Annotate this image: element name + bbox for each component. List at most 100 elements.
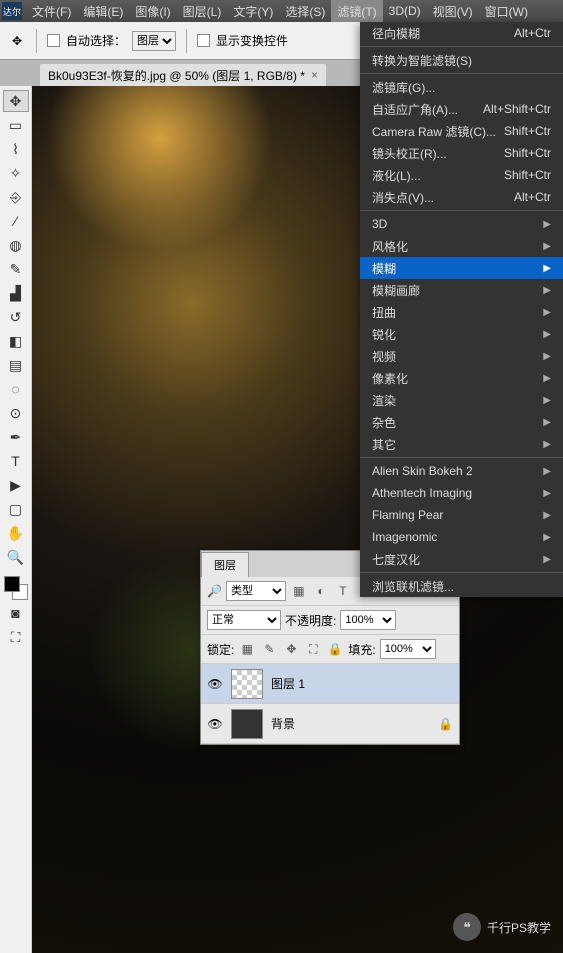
wechat-icon: ❝ bbox=[453, 913, 481, 941]
lock-pixels-icon[interactable]: ▦ bbox=[238, 641, 256, 657]
blend-mode-select[interactable]: 正常 bbox=[207, 610, 281, 630]
eyedropper-tool[interactable]: ⁄ bbox=[3, 210, 29, 232]
magic-wand-tool[interactable]: ✧ bbox=[3, 162, 29, 184]
visibility-icon[interactable]: 👁 bbox=[207, 717, 223, 731]
menu-lens-correction[interactable]: 镜头校正(R)...Shift+Ctr bbox=[360, 142, 563, 164]
menu-liquify[interactable]: 液化(L)...Shift+Ctr bbox=[360, 164, 563, 186]
blur-tool[interactable]: ◌ bbox=[3, 378, 29, 400]
foreground-color[interactable] bbox=[4, 576, 20, 592]
menu-filter-gallery[interactable]: 滤镜库(G)... bbox=[360, 76, 563, 98]
visibility-icon[interactable]: 👁 bbox=[207, 677, 223, 691]
menu-last-filter[interactable]: 径向模糊Alt+Ctr bbox=[360, 22, 563, 44]
document-tab[interactable]: Bk0u93E3f-恢复的.jpg @ 50% (图层 1, RGB/8) * … bbox=[40, 64, 326, 86]
gradient-tool[interactable]: ▤ bbox=[3, 354, 29, 376]
menu-blur[interactable]: 模糊▶ bbox=[360, 257, 563, 279]
menu-browse-online[interactable]: 浏览联机滤镜... bbox=[360, 575, 563, 597]
lock-brush-icon[interactable]: ✎ bbox=[260, 641, 278, 657]
filter-pixel-icon[interactable]: ▦ bbox=[290, 583, 308, 599]
menu-other[interactable]: 其它▶ bbox=[360, 433, 563, 455]
menu-athentech[interactable]: Athentech Imaging▶ bbox=[360, 482, 563, 504]
search-icon: 🔎 bbox=[207, 584, 222, 598]
menu-video[interactable]: 视频▶ bbox=[360, 345, 563, 367]
clone-stamp-tool[interactable]: ▟ bbox=[3, 282, 29, 304]
app-logo: 达尔 bbox=[2, 2, 22, 20]
menu-render[interactable]: 渲染▶ bbox=[360, 389, 563, 411]
menu-vanishing-point[interactable]: 消失点(V)...Alt+Ctr bbox=[360, 186, 563, 208]
menu-type[interactable]: 文字(Y) bbox=[227, 0, 279, 22]
auto-select-label: 自动选择： bbox=[66, 32, 126, 49]
filter-type-icon[interactable]: T bbox=[334, 583, 352, 599]
menu-window[interactable]: 窗口(W) bbox=[479, 0, 534, 22]
menu-convert-smart[interactable]: 转换为智能滤镜(S) bbox=[360, 49, 563, 71]
menu-flaming-pear[interactable]: Flaming Pear▶ bbox=[360, 504, 563, 526]
layer-name[interactable]: 图层 1 bbox=[271, 675, 305, 692]
lock-all-icon[interactable]: 🔒 bbox=[326, 641, 344, 657]
layer-row[interactable]: 👁 图层 1 bbox=[201, 664, 459, 704]
color-swatch[interactable] bbox=[4, 576, 28, 600]
menu-filter[interactable]: 滤镜(T) bbox=[331, 0, 382, 22]
filter-type-select[interactable]: 类型 bbox=[226, 581, 286, 601]
menu-adaptive-wide[interactable]: 自适应广角(A)...Alt+Shift+Ctr bbox=[360, 98, 563, 120]
auto-select-target[interactable]: 图层 bbox=[132, 31, 176, 51]
filter-adjust-icon[interactable]: ◐ bbox=[312, 583, 330, 599]
close-tab-icon[interactable]: × bbox=[311, 68, 318, 82]
menu-view[interactable]: 视图(V) bbox=[427, 0, 479, 22]
hand-tool[interactable]: ✋ bbox=[3, 522, 29, 544]
pen-tool[interactable]: ✒ bbox=[3, 426, 29, 448]
marquee-tool[interactable]: ▭ bbox=[3, 114, 29, 136]
brush-tool[interactable]: ✎ bbox=[3, 258, 29, 280]
layers-tab[interactable]: 图层 bbox=[201, 552, 249, 577]
lock-label: 锁定: bbox=[207, 641, 234, 658]
menu-qidu[interactable]: 七度汉化▶ bbox=[360, 548, 563, 570]
menu-noise[interactable]: 杂色▶ bbox=[360, 411, 563, 433]
filter-menu-dropdown: 径向模糊Alt+Ctr 转换为智能滤镜(S) 滤镜库(G)... 自适应广角(A… bbox=[360, 22, 563, 597]
auto-select-checkbox[interactable] bbox=[47, 34, 60, 47]
layer-thumbnail[interactable] bbox=[231, 709, 263, 739]
menu-alien-skin[interactable]: Alien Skin Bokeh 2▶ bbox=[360, 460, 563, 482]
fill-input[interactable]: 100% bbox=[380, 639, 436, 659]
menu-edit[interactable]: 编辑(E) bbox=[77, 0, 129, 22]
menu-camera-raw[interactable]: Camera Raw 滤镜(C)...Shift+Ctr bbox=[360, 120, 563, 142]
menu-stylize[interactable]: 风格化▶ bbox=[360, 235, 563, 257]
menu-file[interactable]: 文件(F) bbox=[26, 0, 77, 22]
menu-sharpen[interactable]: 锐化▶ bbox=[360, 323, 563, 345]
move-tool[interactable]: ✥ bbox=[3, 90, 29, 112]
history-brush-tool[interactable]: ↺ bbox=[3, 306, 29, 328]
tools-panel: ✥ ▭ ⌇ ✧ ⎆ ⁄ ◍ ✎ ▟ ↺ ◧ ▤ ◌ ⊙ ✒ T ▶ ▢ ✋ 🔍 … bbox=[0, 86, 32, 953]
path-select-tool[interactable]: ▶ bbox=[3, 474, 29, 496]
lock-position-icon[interactable]: ✥ bbox=[282, 641, 300, 657]
lock-icon: 🔒 bbox=[438, 717, 453, 731]
eraser-tool[interactable]: ◧ bbox=[3, 330, 29, 352]
healing-brush-tool[interactable]: ◍ bbox=[3, 234, 29, 256]
lock-artboard-icon[interactable]: ⛶ bbox=[304, 641, 322, 657]
type-tool[interactable]: T bbox=[3, 450, 29, 472]
dodge-tool[interactable]: ⊙ bbox=[3, 402, 29, 424]
crop-tool[interactable]: ⎆ bbox=[3, 186, 29, 208]
layer-thumbnail[interactable] bbox=[231, 669, 263, 699]
lock-row: 锁定: ▦ ✎ ✥ ⛶ 🔒 填充: 100% bbox=[201, 635, 459, 664]
menu-imagenomic[interactable]: Imagenomic▶ bbox=[360, 526, 563, 548]
zoom-tool[interactable]: 🔍 bbox=[3, 546, 29, 568]
watermark: ❝ 千行PS教学 bbox=[453, 913, 551, 941]
quick-mask-tool[interactable]: ◙ bbox=[3, 602, 29, 624]
menu-pixelate[interactable]: 像素化▶ bbox=[360, 367, 563, 389]
menu-distort[interactable]: 扭曲▶ bbox=[360, 301, 563, 323]
screen-mode-tool[interactable]: ⛶ bbox=[3, 626, 29, 648]
opacity-input[interactable]: 100% bbox=[340, 610, 396, 630]
separator bbox=[186, 29, 187, 53]
fill-label: 填充: bbox=[348, 641, 375, 658]
rectangle-tool[interactable]: ▢ bbox=[3, 498, 29, 520]
show-transform-checkbox[interactable] bbox=[197, 34, 210, 47]
layer-name[interactable]: 背景 bbox=[271, 715, 295, 732]
separator bbox=[36, 29, 37, 53]
menu-select[interactable]: 选择(S) bbox=[279, 0, 331, 22]
lasso-tool[interactable]: ⌇ bbox=[3, 138, 29, 160]
menu-layer[interactable]: 图层(L) bbox=[177, 0, 228, 22]
menu-3d[interactable]: 3D(D) bbox=[383, 0, 427, 22]
watermark-text: 千行PS教学 bbox=[487, 919, 551, 936]
layer-row[interactable]: 👁 背景 🔒 bbox=[201, 704, 459, 744]
menu-3d-filters[interactable]: 3D▶ bbox=[360, 213, 563, 235]
menu-blur-gallery[interactable]: 模糊画廊▶ bbox=[360, 279, 563, 301]
blend-row: 正常 不透明度: 100% bbox=[201, 606, 459, 635]
menu-image[interactable]: 图像(I) bbox=[129, 0, 176, 22]
